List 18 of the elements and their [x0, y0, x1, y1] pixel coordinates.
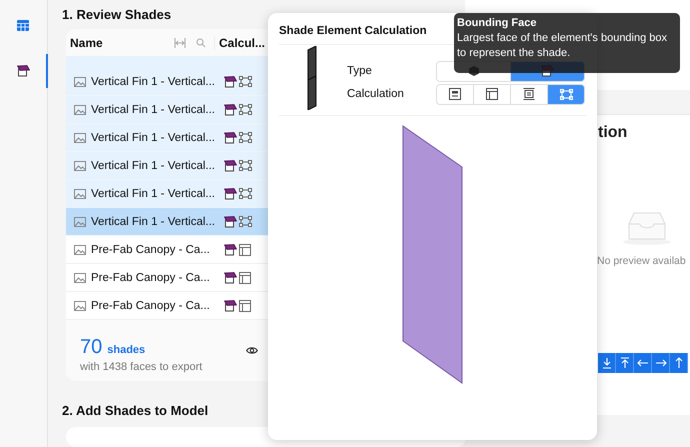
- shade-count: 70: [80, 336, 102, 359]
- section-title: 1. Review Shades: [62, 7, 172, 22]
- column-header[interactable]: Name: [70, 36, 170, 50]
- faces-summary: with 1438 faces to export: [80, 361, 202, 373]
- shade-name: Vertical Fin 1 - Vertical...: [91, 76, 216, 88]
- panel-title: tion: [598, 124, 628, 142]
- shade-name: Pre-Fab Canopy - Ca...: [91, 272, 211, 284]
- shade-name: Vertical Fin 1 - Vertical...: [91, 188, 216, 200]
- shade-name: Pre-Fab Canopy - Ca...: [91, 244, 211, 256]
- shade-name: Vertical Fin 1 - Vertical...: [91, 160, 216, 172]
- shade-name: Vertical Fin 1 - Vertical...: [91, 132, 216, 144]
- section-title: 2. Add Shades to Model: [62, 403, 210, 418]
- shade-name: Vertical Fin 1 - Vertical...: [91, 216, 216, 228]
- empty-text: No preview availab: [597, 255, 686, 267]
- type-label: Type: [347, 65, 373, 77]
- count-unit: shades: [107, 344, 146, 356]
- shade-name: Vertical Fin 1 - Vertical...: [91, 104, 216, 116]
- shade-name: Pre-Fab Canopy - Ca...: [91, 300, 211, 312]
